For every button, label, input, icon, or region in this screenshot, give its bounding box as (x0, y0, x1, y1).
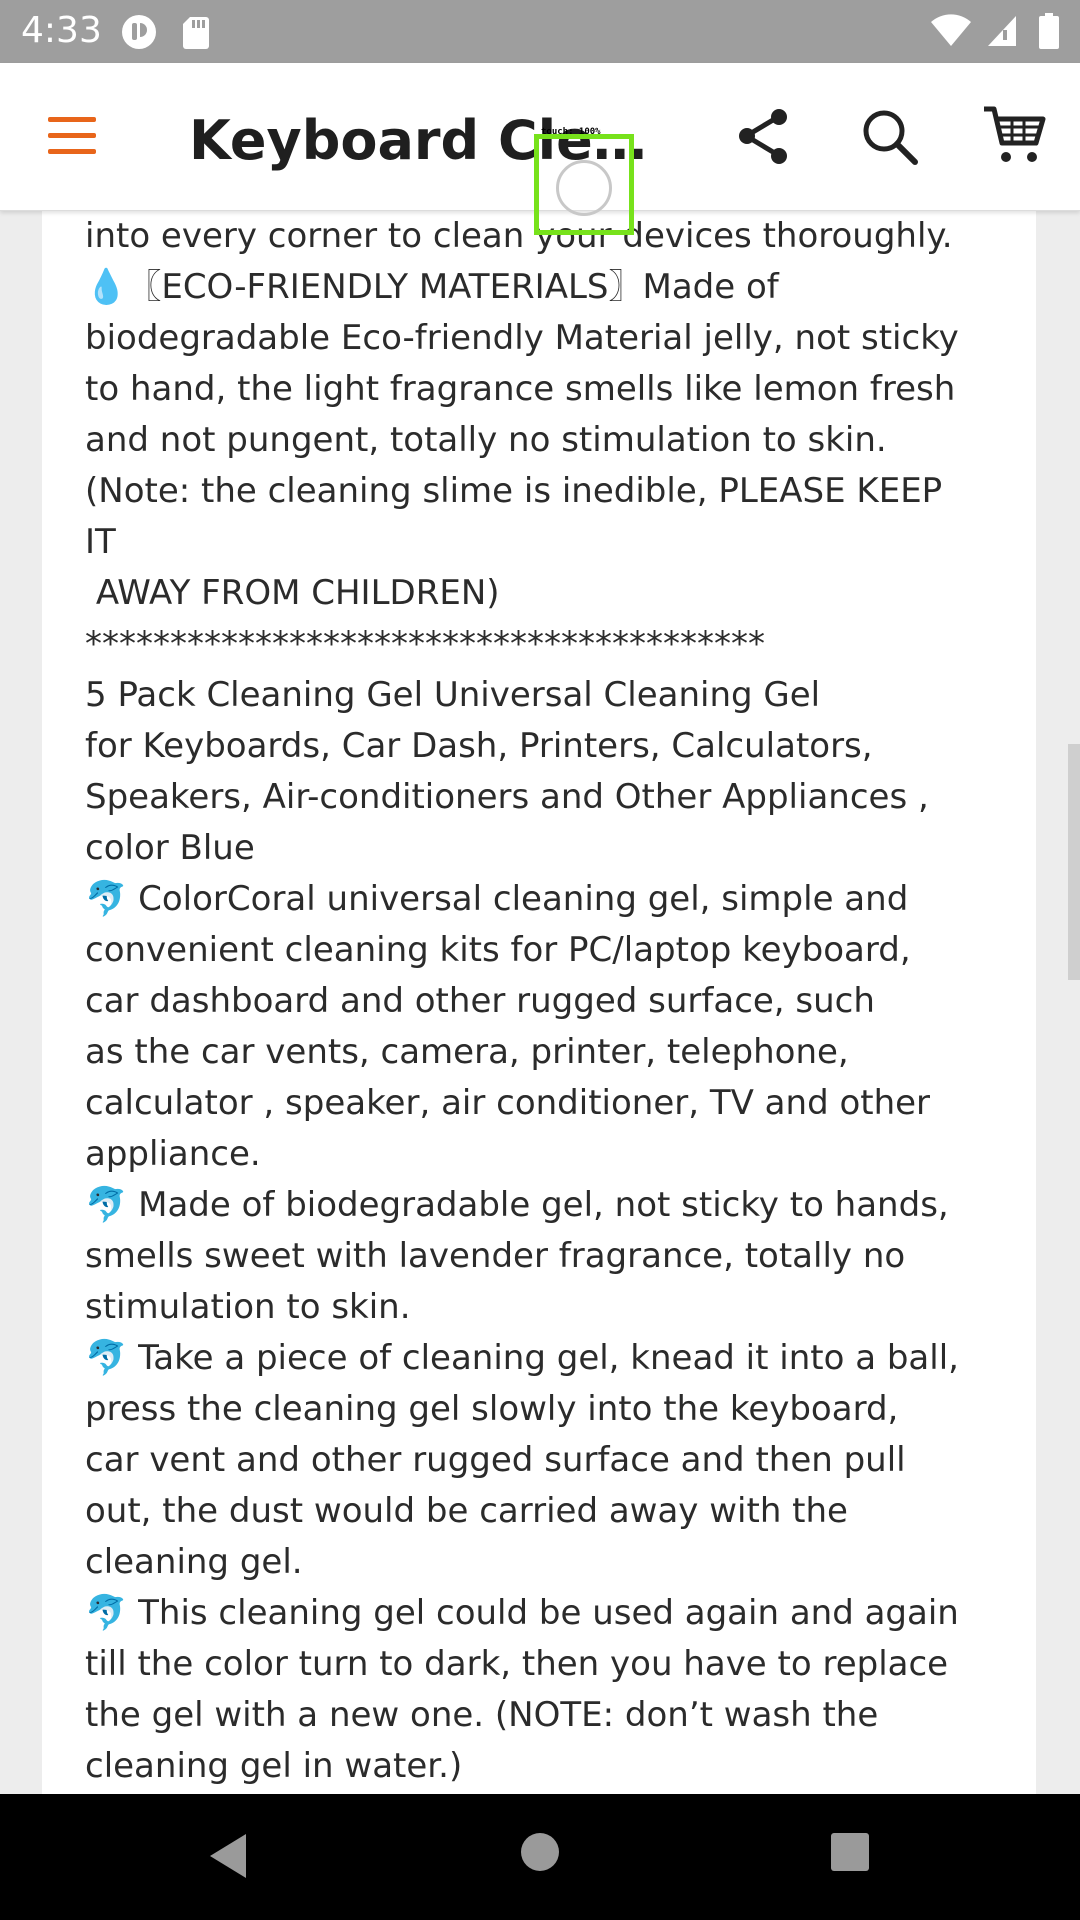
status-left-icons (120, 13, 212, 51)
sd-card-icon (183, 17, 210, 49)
notification-circle-icon (122, 15, 156, 49)
touch-point-circle (556, 160, 612, 216)
wifi-icon (931, 14, 972, 46)
back-icon (210, 1834, 246, 1878)
menu-icon (48, 117, 96, 154)
scrollbar-thumb[interactable] (1068, 744, 1080, 980)
share-button[interactable] (734, 107, 794, 167)
system-nav-bar (0, 1794, 1080, 1920)
battery-icon (1039, 13, 1059, 49)
menu-button[interactable] (46, 115, 98, 157)
recents-icon (831, 1833, 869, 1871)
status-bar: 4:33 (0, 0, 1080, 63)
status-right-icons (929, 12, 1060, 50)
search-button[interactable] (860, 107, 920, 167)
product-description-card: car vents, it can reach spots and gaps, … (42, 210, 1036, 1794)
product-description-text: car vents, it can reach spots and gaps, … (85, 216, 959, 1786)
home-icon (521, 1833, 559, 1871)
search-icon (863, 110, 918, 165)
recents-button[interactable] (830, 1832, 870, 1872)
home-button[interactable] (520, 1832, 560, 1872)
status-time: 4:33 (21, 10, 102, 51)
cart-icon (984, 106, 1046, 162)
touch-indicator-label: touch: 100% (541, 127, 601, 137)
share-icon (739, 109, 787, 164)
back-button[interactable] (204, 1830, 252, 1882)
touch-indicator: touch: 100% (534, 127, 634, 235)
cell-signal-icon (987, 16, 1016, 46)
cart-button[interactable] (982, 105, 1046, 167)
